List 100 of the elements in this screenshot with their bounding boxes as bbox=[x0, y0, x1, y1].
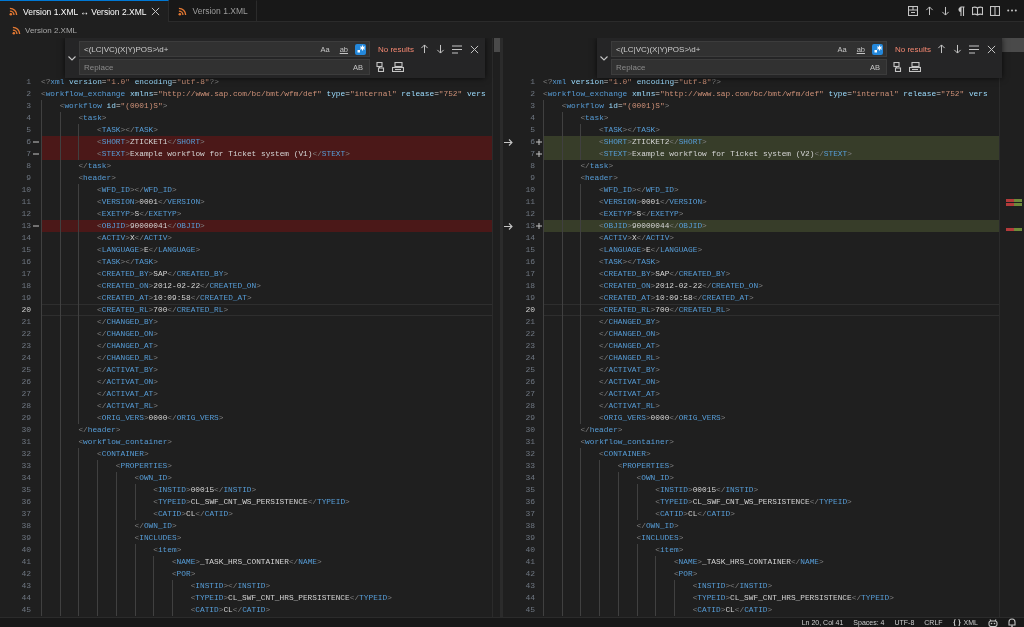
line-number: 12 bbox=[524, 208, 535, 220]
line-number: 8 bbox=[529, 160, 535, 172]
line-number: 43 bbox=[524, 580, 535, 592]
line-number: 13 bbox=[20, 220, 31, 232]
line-number: 1 bbox=[25, 76, 31, 88]
line-number: 1 bbox=[529, 76, 535, 88]
result-text: No results bbox=[895, 44, 931, 54]
replace-all-icon[interactable] bbox=[909, 62, 921, 72]
line-number: 17 bbox=[524, 268, 535, 280]
line-number: 39 bbox=[524, 532, 535, 544]
line-number: 9 bbox=[25, 172, 31, 184]
line-number: 45 bbox=[524, 604, 535, 616]
scrollbar-thumb[interactable] bbox=[494, 38, 500, 52]
line-number: 22 bbox=[524, 328, 535, 340]
line-number: 41 bbox=[524, 556, 535, 568]
replace-icon[interactable] bbox=[376, 62, 385, 72]
line-number: 26 bbox=[20, 376, 31, 388]
line-number: 12 bbox=[20, 208, 31, 220]
line-number: 35 bbox=[20, 484, 31, 496]
regex-toggle[interactable] bbox=[355, 43, 366, 55]
line-number: 17 bbox=[20, 268, 31, 280]
next-match-icon[interactable] bbox=[953, 44, 962, 54]
toggle-replace-icon[interactable] bbox=[600, 55, 608, 61]
replace-all-icon[interactable] bbox=[392, 62, 404, 72]
line-number: 32 bbox=[524, 448, 535, 460]
revert-arrow-icon[interactable] bbox=[503, 222, 513, 230]
line-number: 8 bbox=[25, 160, 31, 172]
line-number: 19 bbox=[20, 292, 31, 304]
line-number: 40 bbox=[20, 544, 31, 556]
line-number: 22 bbox=[20, 328, 31, 340]
line-number: 15 bbox=[524, 244, 535, 256]
replace-icon[interactable] bbox=[893, 62, 902, 72]
line-number: 9 bbox=[529, 172, 535, 184]
line-number: 28 bbox=[524, 400, 535, 412]
line-number: 21 bbox=[524, 316, 535, 328]
close-icon[interactable] bbox=[151, 7, 161, 16]
find-in-selection-icon[interactable] bbox=[969, 44, 980, 54]
line-number: 16 bbox=[20, 256, 31, 268]
line-number: 5 bbox=[25, 124, 31, 136]
revert-arrow-icon[interactable] bbox=[503, 138, 513, 146]
line-number: 11 bbox=[20, 196, 31, 208]
line-number: 42 bbox=[524, 568, 535, 580]
result-text: No results bbox=[378, 44, 414, 54]
line-number: 23 bbox=[524, 340, 535, 352]
layout-icon[interactable] bbox=[908, 5, 918, 16]
line-number: 33 bbox=[20, 460, 31, 472]
line-number: 7 bbox=[529, 148, 535, 160]
regex-icon bbox=[873, 45, 882, 53]
line-number: 31 bbox=[20, 436, 31, 448]
regex-icon bbox=[356, 45, 365, 53]
split-editor-icon[interactable] bbox=[990, 5, 1000, 16]
line-number: 2 bbox=[25, 88, 31, 100]
line-number: 26 bbox=[524, 376, 535, 388]
previous-match-icon[interactable] bbox=[937, 44, 946, 54]
line-number: 6 bbox=[25, 136, 31, 148]
find-in-selection-icon[interactable] bbox=[452, 44, 463, 54]
close-icon[interactable] bbox=[470, 44, 479, 54]
next-match-icon[interactable] bbox=[436, 44, 445, 54]
pilcrow-icon[interactable] bbox=[957, 5, 965, 16]
line-number: 23 bbox=[20, 340, 31, 352]
line-number: 30 bbox=[524, 424, 535, 436]
more-icon[interactable] bbox=[1007, 9, 1017, 12]
line-number: 15 bbox=[20, 244, 31, 256]
bell-icon[interactable] bbox=[1008, 618, 1016, 627]
file-icon bbox=[9, 7, 18, 16]
line-number: 14 bbox=[524, 232, 535, 244]
line-number: 36 bbox=[20, 496, 31, 508]
line-number: 44 bbox=[20, 592, 31, 604]
editor-tab[interactable]: Version 1.XML ↔ Version 2.XML bbox=[0, 0, 170, 22]
line-number: 4 bbox=[25, 112, 31, 124]
line-number: 36 bbox=[524, 496, 535, 508]
line-number: 18 bbox=[20, 280, 31, 292]
line-number: 24 bbox=[524, 352, 535, 364]
line-number: 38 bbox=[524, 520, 535, 532]
arrow-down-icon[interactable] bbox=[941, 5, 950, 16]
arrow-up-icon[interactable] bbox=[925, 5, 934, 16]
braces-icon bbox=[952, 619, 961, 626]
line-number: 32 bbox=[20, 448, 31, 460]
line-number: 19 bbox=[524, 292, 535, 304]
line-number: 31 bbox=[524, 436, 535, 448]
scrollbar-thumb[interactable] bbox=[1002, 38, 1024, 52]
book-icon[interactable] bbox=[972, 5, 983, 16]
toggle-replace-icon[interactable] bbox=[68, 55, 76, 61]
line-number: 20 bbox=[524, 304, 535, 316]
breadcrumb-item[interactable]: Version 2.XML bbox=[25, 25, 78, 35]
line-number: 34 bbox=[524, 472, 535, 484]
line-number: 37 bbox=[524, 508, 535, 520]
line-number: 6 bbox=[529, 136, 535, 148]
previous-match-icon[interactable] bbox=[420, 44, 429, 54]
line-number: 25 bbox=[20, 364, 31, 376]
copilot-icon[interactable] bbox=[988, 618, 998, 627]
line-number: 25 bbox=[524, 364, 535, 376]
line-number: 20 bbox=[20, 304, 31, 316]
line-number: 33 bbox=[524, 460, 535, 472]
close-icon[interactable] bbox=[987, 44, 996, 54]
line-number: 11 bbox=[524, 196, 535, 208]
line-number: 10 bbox=[524, 184, 535, 196]
line-number: 5 bbox=[529, 124, 535, 136]
line-number: 45 bbox=[20, 604, 31, 616]
regex-toggle[interactable] bbox=[872, 43, 883, 55]
